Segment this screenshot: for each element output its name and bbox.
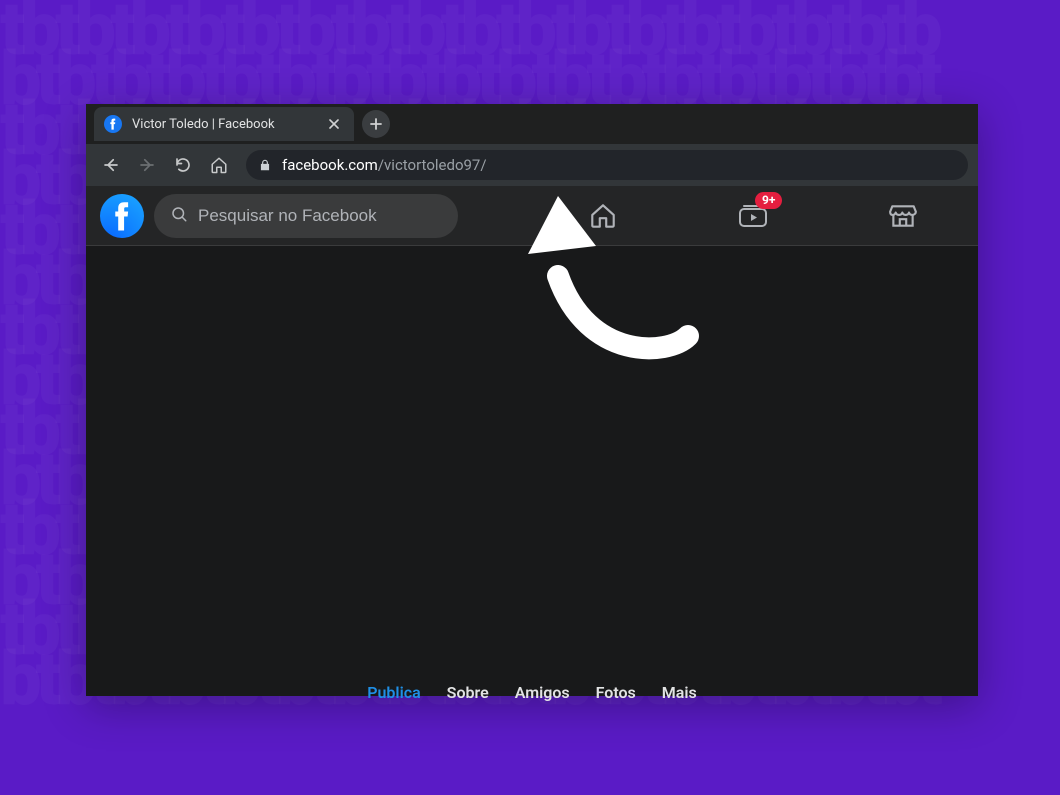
search-input[interactable] — [198, 206, 442, 226]
tab-posts[interactable]: Publica — [367, 683, 420, 702]
browser-window: Victor Toledo | Facebook facebook. — [86, 104, 978, 696]
nav-home[interactable] — [528, 186, 678, 246]
browser-toolbar: facebook.com/victortoledo97/ — [86, 144, 978, 186]
profile-tabs: Publica Sobre Amigos Fotos Mais — [86, 683, 978, 702]
tab-title: Victor Toledo | Facebook — [132, 117, 316, 132]
close-tab-button[interactable] — [326, 116, 342, 132]
nav-watch[interactable]: 9+ — [678, 186, 828, 246]
facebook-content: Publica Sobre Amigos Fotos Mais — [86, 246, 978, 696]
url-path: /victortoledo97/ — [378, 156, 487, 174]
browser-tab-active[interactable]: Victor Toledo | Facebook — [94, 107, 354, 141]
reload-button[interactable] — [168, 150, 198, 180]
facebook-nav: 9+ — [528, 186, 978, 245]
facebook-favicon-icon — [104, 115, 122, 133]
home-toolbar-button[interactable] — [204, 150, 234, 180]
url-domain: facebook.com — [282, 156, 378, 174]
address-text: facebook.com/victortoledo97/ — [282, 156, 487, 174]
search-icon — [170, 205, 188, 227]
marketplace-icon — [888, 201, 918, 231]
watch-badge: 9+ — [755, 192, 782, 209]
tab-photos[interactable]: Fotos — [596, 683, 636, 702]
home-icon — [588, 201, 618, 231]
address-bar[interactable]: facebook.com/victortoledo97/ — [246, 150, 968, 180]
tab-about[interactable]: Sobre — [447, 683, 489, 702]
lock-icon — [258, 158, 272, 172]
facebook-logo-button[interactable] — [100, 194, 144, 238]
new-tab-button[interactable] — [362, 110, 390, 138]
tab-more[interactable]: Mais — [662, 683, 697, 702]
tab-friends[interactable]: Amigos — [515, 683, 570, 702]
forward-button[interactable] — [132, 150, 162, 180]
facebook-search-container[interactable] — [154, 194, 458, 238]
nav-marketplace[interactable] — [828, 186, 978, 246]
tab-strip: Victor Toledo | Facebook — [86, 104, 978, 144]
facebook-header: 9+ — [86, 186, 978, 246]
back-button[interactable] — [96, 150, 126, 180]
